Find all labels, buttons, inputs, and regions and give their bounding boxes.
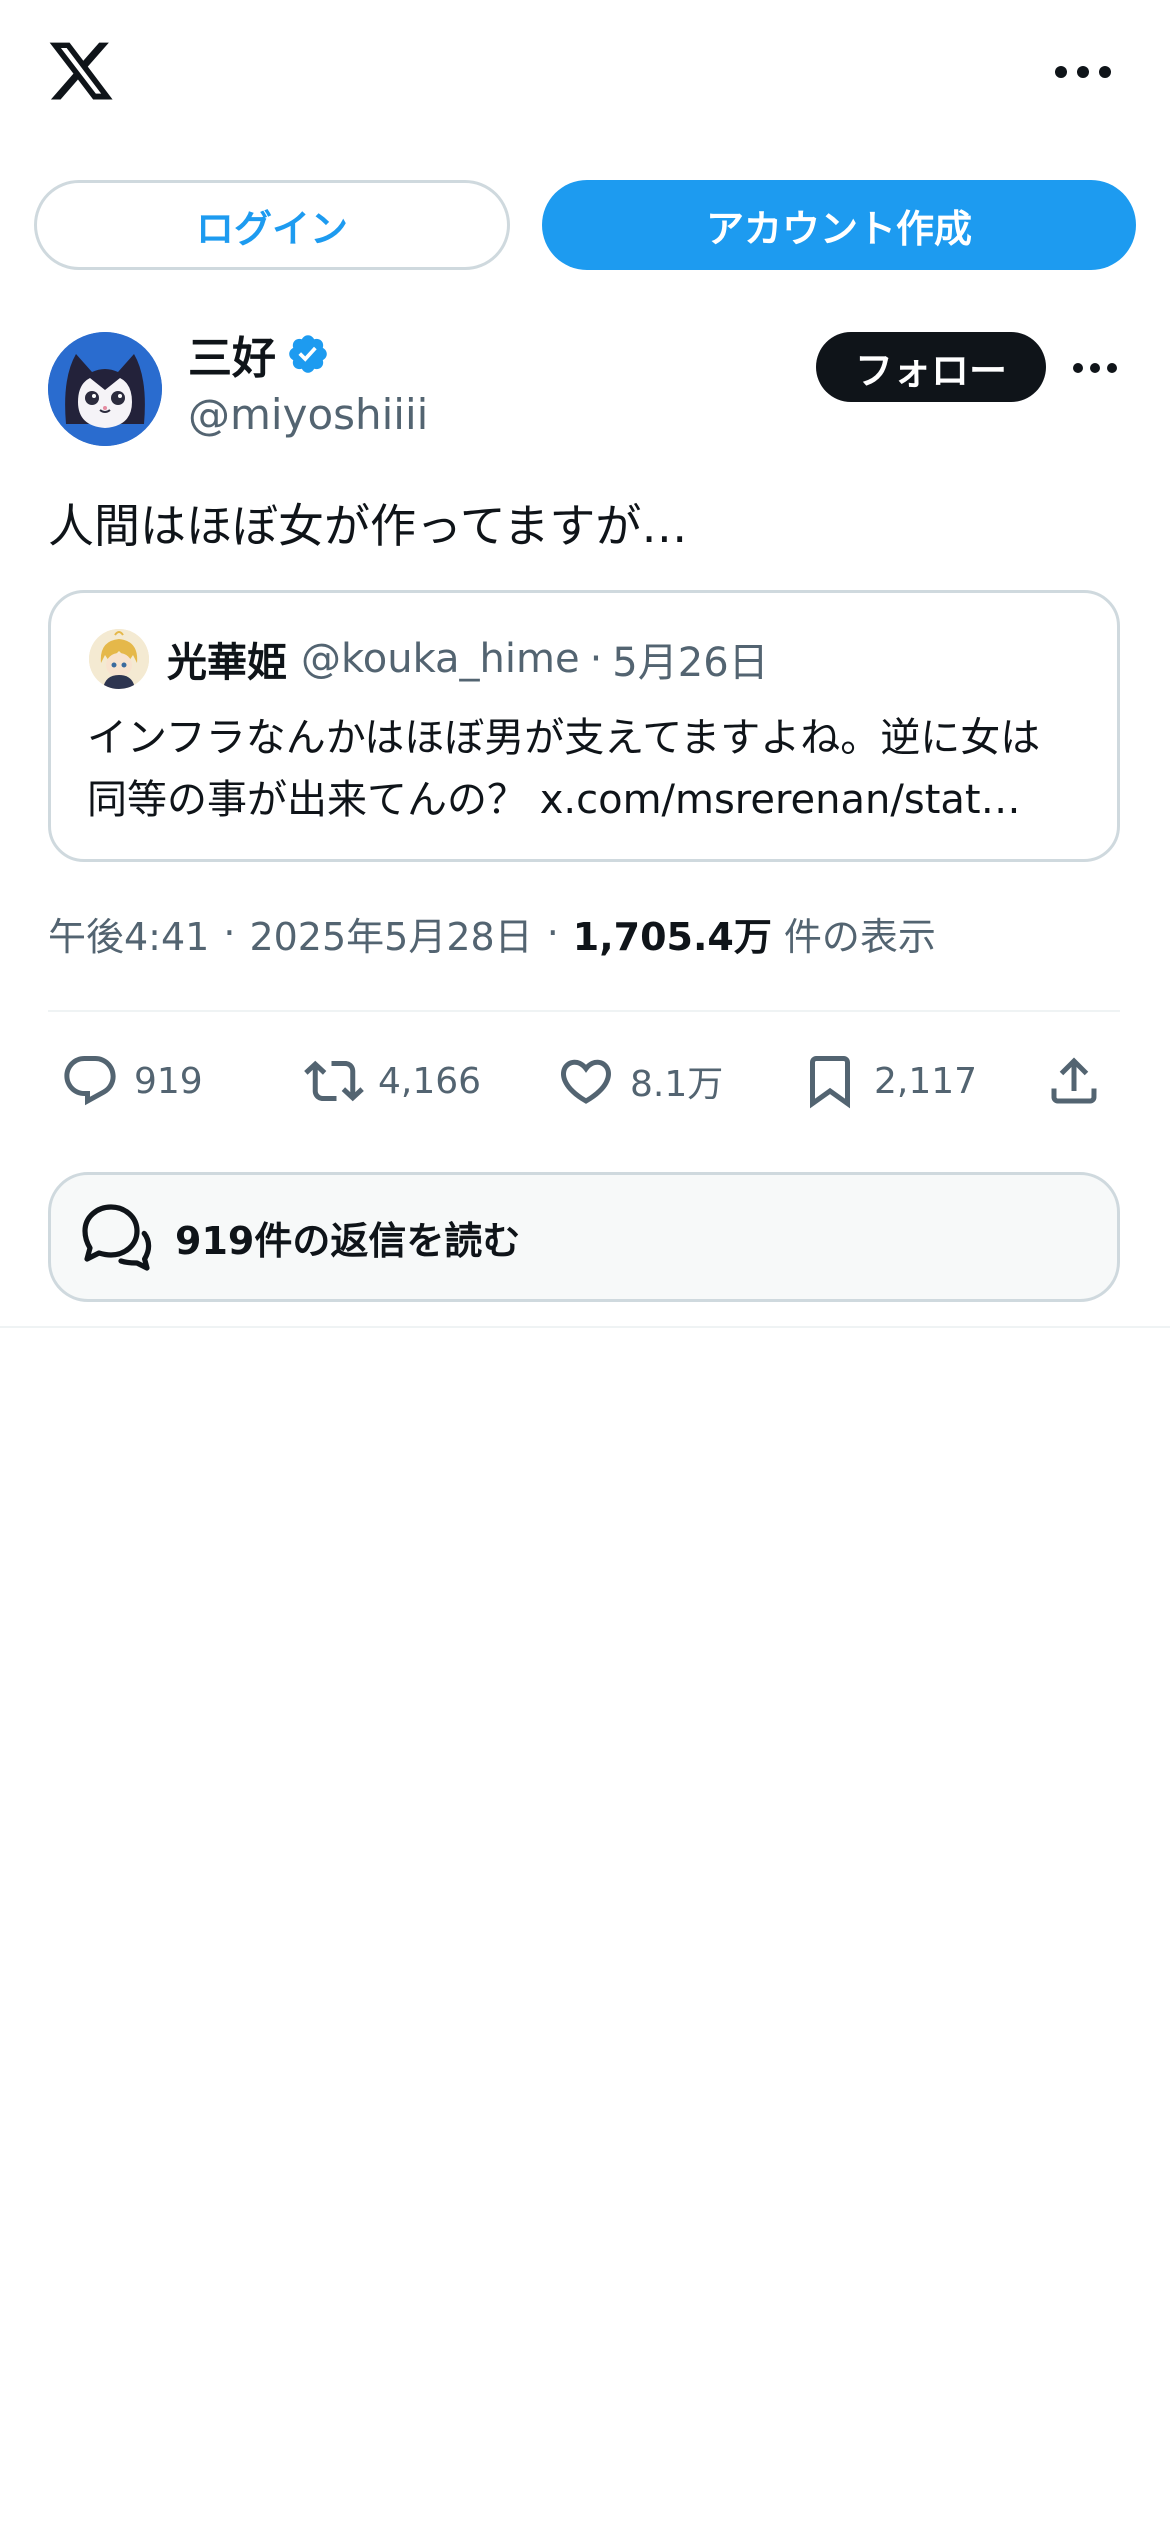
repost-icon: [304, 1060, 364, 1102]
author-name[interactable]: 三好: [188, 322, 276, 386]
quoted-post[interactable]: 光華姫 @kouka_hime · 5月26日 インフラなんかはほぼ男が支えてま…: [48, 590, 1120, 862]
verified-badge-icon: [289, 335, 327, 373]
like-count: 8.1万: [630, 1064, 724, 1105]
reply-count: 919: [134, 1060, 203, 1102]
create-account-button[interactable]: アカウント作成: [542, 180, 1136, 270]
repost-button[interactable]: 4,166: [304, 1036, 481, 1126]
post-text: 人間はほぼ女が作ってますが…: [48, 499, 688, 553]
author-handle[interactable]: @miyoshiiii: [188, 390, 428, 439]
x-logo-icon[interactable]: [46, 36, 116, 106]
quoted-header: 光華姫 @kouka_hime · 5月26日: [167, 629, 769, 689]
meta-separator: ·: [223, 911, 236, 955]
views-count: 1,705.4万: [572, 914, 772, 959]
bookmark-button[interactable]: 2,117: [800, 1036, 977, 1126]
divider: [0, 1326, 1170, 1328]
quoted-author-avatar: [89, 629, 149, 689]
author-name-row[interactable]: 三好: [188, 326, 330, 384]
like-button[interactable]: 8.1万: [556, 1036, 723, 1126]
follow-button[interactable]: フォロー: [816, 332, 1046, 402]
more-horizontal-icon[interactable]: [1055, 58, 1111, 86]
post-more-icon[interactable]: [1073, 362, 1117, 374]
action-bar: 919 4,166 8.1万 2,117: [48, 1036, 1120, 1126]
quoted-author-handle: @kouka_hime: [301, 636, 580, 682]
share-button[interactable]: [1044, 1036, 1104, 1126]
author-avatar[interactable]: [48, 332, 162, 446]
quoted-date: 5月26日: [612, 640, 769, 686]
post-date[interactable]: 2025年5月28日: [249, 906, 532, 961]
top-bar: [0, 0, 1170, 150]
reply-icon: [64, 1056, 116, 1106]
quoted-text-line2: 同等の事が出来てんの？ x.com/msrerenan/stat…: [87, 777, 1021, 823]
read-replies-button[interactable]: 919件の返信を読む: [48, 1172, 1120, 1302]
read-replies-label: 919件の返信を読む: [175, 1218, 521, 1263]
meta-separator: ·: [546, 911, 559, 955]
conversation-icon: [82, 1204, 152, 1271]
views-label: 件の表示: [783, 914, 936, 959]
quoted-separator: ·: [589, 636, 603, 682]
share-icon: [1051, 1057, 1097, 1104]
login-button[interactable]: ログイン: [34, 180, 510, 270]
quoted-text-line1: インフラなんかはほぼ男が支えてますよね。逆に女は: [87, 715, 1041, 761]
quoted-author-name: 光華姫: [167, 640, 287, 686]
bookmark-icon: [810, 1056, 850, 1109]
reply-button[interactable]: 919: [60, 1036, 203, 1126]
heart-icon: [560, 1059, 612, 1104]
bookmark-count: 2,117: [874, 1060, 978, 1102]
divider: [48, 1010, 1120, 1012]
post-time[interactable]: 午後4:41: [48, 906, 209, 961]
repost-count: 4,166: [378, 1060, 482, 1102]
post-meta: 午後4:41 · 2025年5月28日 · 1,705.4万 件の表示: [48, 905, 936, 961]
